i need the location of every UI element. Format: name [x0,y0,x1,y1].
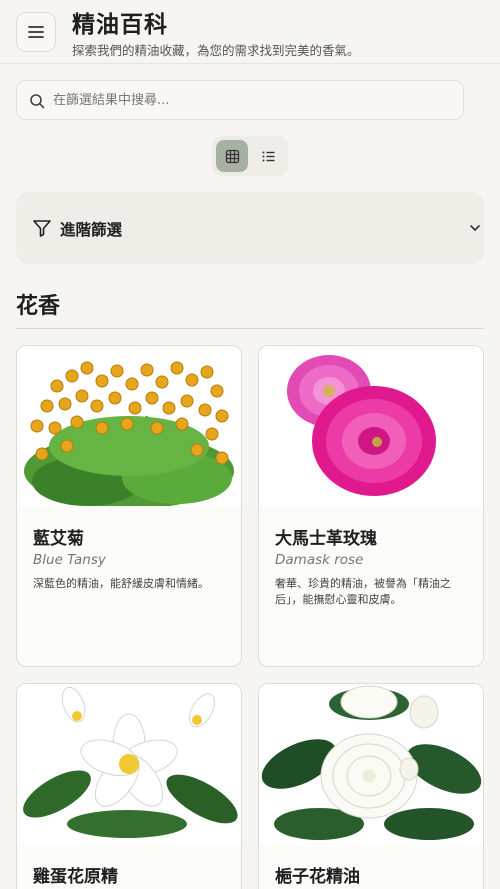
oil-card-blue-tansy[interactable]: 藍艾菊 Blue Tansy 深藍色的精油，能舒緩皮膚和情緒。 [16,345,242,667]
gardenia-flower-image [259,684,483,844]
oil-name: 藍艾菊 [33,529,84,549]
page-title: 精油百科 [72,12,168,38]
oil-card-damask-rose[interactable]: 大馬士革玫瑰 Damask rose 奢華、珍貴的精油，被譽為「精油之后」，能撫… [258,345,484,667]
oil-latin-name: Blue Tansy [33,552,106,568]
view-toggle [212,136,288,176]
blue-tansy-flower-image [17,346,241,506]
page-subtitle: 探索我們的精油收藏，為您的需求找到完美的香氣。 [72,43,360,58]
hamburger-menu-icon [28,26,44,38]
oil-name: 梔子花精油 [275,867,360,887]
oil-description: 深藍色的精油，能舒緩皮膚和情緒。 [33,577,209,590]
oil-card-frangipani[interactable]: 雞蛋花原精 [16,683,242,889]
oil-name: 雞蛋花原精 [33,867,118,887]
chevron-down-icon [470,225,480,231]
advanced-filter-toggle[interactable]: 進階篩選 [16,192,484,264]
filter-funnel-icon [33,220,51,237]
oil-name: 大馬士革玫瑰 [275,529,377,549]
oil-card-gardenia[interactable]: 梔子花精油 [258,683,484,889]
app-header: 精油百科 探索我們的精油收藏，為您的需求找到完美的香氣。 [0,0,500,64]
damask-rose-flower-image [259,346,483,506]
search-box[interactable] [16,80,464,120]
section-title: 花香 [16,294,61,319]
grid-view-button[interactable] [216,140,248,172]
section-divider [16,328,484,329]
list-view-icon [262,151,274,161]
oil-description: 奢華、珍貴的精油，被譽為「精油之后」，能撫慰心靈和皮膚。 [275,577,451,606]
search-input[interactable] [53,81,453,119]
grid-view-icon [225,149,239,163]
list-view-button[interactable] [252,140,284,172]
advanced-filter-label: 進階篩選 [60,221,123,239]
frangipani-flower-image [17,684,241,844]
oil-latin-name: Damask rose [275,552,364,568]
menu-button[interactable] [16,12,56,52]
search-icon [30,94,45,109]
